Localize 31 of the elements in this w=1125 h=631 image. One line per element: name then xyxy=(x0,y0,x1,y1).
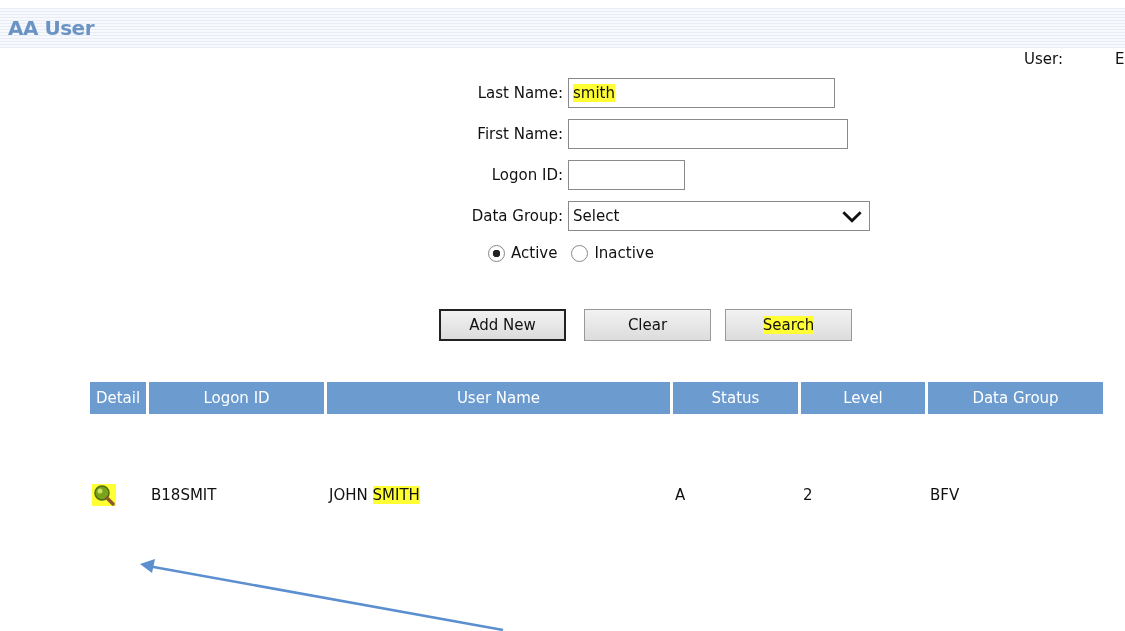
column-header: Status xyxy=(673,382,798,414)
column-header: Detail xyxy=(90,382,146,414)
text-field[interactable]: smith xyxy=(568,78,835,108)
field-value: smith xyxy=(573,84,615,102)
field-label: Data Group: xyxy=(470,207,564,225)
user-label: User: xyxy=(1024,50,1063,70)
dropdown[interactable]: Select xyxy=(568,201,870,231)
table-cell-text: A xyxy=(674,486,687,504)
user-value: E xyxy=(1115,50,1125,70)
field-label: First Name: xyxy=(476,125,564,143)
field-label: Last Name: xyxy=(476,84,564,102)
form-button[interactable]: Add New xyxy=(439,309,566,341)
column-header: Logon ID xyxy=(149,382,324,414)
column-header: Data Group xyxy=(928,382,1103,414)
table-cell-text: B18SMIT xyxy=(150,486,218,504)
table-cell-text: BFV xyxy=(929,486,961,504)
field-label: Logon ID: xyxy=(490,166,564,184)
form-button[interactable]: Clear xyxy=(584,309,711,341)
chevron-down-icon xyxy=(841,209,863,223)
table-cell-text: 2 xyxy=(802,486,814,504)
text-field[interactable] xyxy=(568,119,848,149)
form-button[interactable]: Search xyxy=(725,309,852,341)
radio-option[interactable]: Inactive xyxy=(571,244,654,262)
radio-option[interactable]: Active xyxy=(488,244,558,262)
column-header: User Name xyxy=(327,382,670,414)
page-title: AA User xyxy=(8,16,94,40)
magnifier-icon[interactable] xyxy=(92,484,116,506)
column-header: Level xyxy=(801,382,925,414)
dropdown-value: Select xyxy=(573,207,620,225)
table-cell-text: JOHN SMITH xyxy=(327,486,421,504)
text-field[interactable] xyxy=(568,160,685,190)
